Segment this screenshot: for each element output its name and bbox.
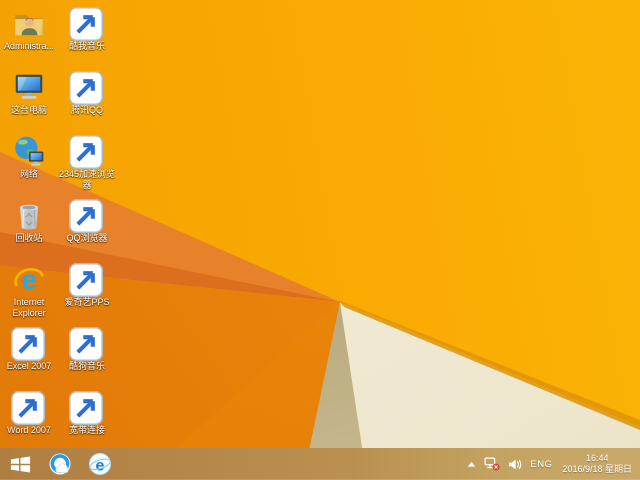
network-globe-icon [15, 136, 44, 166]
up-arrow-icon [468, 461, 476, 467]
shortcut-arrow-icon [11, 327, 45, 361]
shortcut-arrow-icon [69, 327, 103, 361]
icon-label: 这台电脑 [10, 105, 47, 115]
desktop-icon-network[interactable]: 网络 [2, 134, 56, 198]
recycle-bin-icon [19, 204, 39, 230]
shortcut-arrow-icon [69, 199, 103, 233]
shortcut-arrow-icon [69, 7, 103, 41]
desktop: Administra... 这台电脑 网络 回收站 e Internet Exp… [0, 0, 640, 480]
shortcut-arrow-icon [69, 263, 103, 297]
user-folder-icon [15, 15, 43, 36]
shortcut-arrow-icon [69, 391, 103, 425]
tray-date: 2016/9/18 星期日 [562, 464, 632, 474]
internet-explorer-icon: e [14, 264, 44, 295]
icon-label: 爱奇艺PPS [64, 297, 110, 307]
desktop-icon-qq-browser[interactable]: QQ浏览器 [56, 198, 118, 262]
desktop-icon-2345-browser[interactable]: e 2345加速浏览器 [56, 134, 118, 198]
speaker-icon [509, 459, 522, 469]
desktop-icon-administrator[interactable]: Administra... [2, 6, 56, 70]
desktop-icon-kugou-music[interactable]: K 酷狗音乐 [56, 326, 118, 390]
desktop-icon-broadband-connection[interactable]: 宽带连接 [56, 390, 118, 454]
taskbar-2345-browser-button[interactable]: e [80, 448, 120, 480]
taskbar-qq-browser-button[interactable] [40, 448, 80, 480]
icon-label: Administra... [3, 41, 54, 51]
icon-label: 酷狗音乐 [68, 361, 105, 371]
windows-logo-icon [10, 456, 30, 472]
icon-label: Excel 2007 [6, 361, 52, 371]
icon-label: 网络 [19, 169, 38, 179]
desktop-icon-word-2007[interactable]: W Word 2007 [2, 390, 56, 454]
icon-label: Word 2007 [7, 425, 51, 435]
system-tray: ENG 16:44 2016/9/18 星期日 [467, 453, 640, 475]
icon-label: 2345加速浏览器 [58, 169, 116, 190]
desktop-icon-this-pc[interactable]: 这台电脑 [2, 70, 56, 134]
icon-label: 腾讯QQ [70, 105, 103, 115]
language-indicator[interactable]: ENG [530, 459, 552, 470]
icon-label: 宽带连接 [68, 425, 105, 435]
desktop-icon-excel-2007[interactable]: X Excel 2007 [2, 326, 56, 390]
shortcut-arrow-icon [69, 135, 103, 169]
network-disconnected-icon [484, 457, 500, 471]
desktop-icon-iqiyi-pps[interactable]: iQIYI 爱奇艺PPS [56, 262, 118, 326]
computer-icon [15, 74, 43, 99]
start-button[interactable] [0, 448, 40, 480]
volume-button[interactable] [508, 458, 522, 471]
icon-label: 回收站 [15, 233, 43, 243]
show-hidden-icons-button[interactable] [467, 461, 476, 468]
icon-label: 酷我音乐 [68, 41, 105, 51]
desktop-icon-internet-explorer[interactable]: e Internet Explorer [2, 262, 56, 326]
tray-time: 16:44 [585, 453, 609, 463]
icon-label: QQ浏览器 [66, 233, 108, 243]
shortcut-arrow-icon [69, 71, 103, 105]
icon-label: Internet Explorer [12, 297, 46, 318]
taskbar: e ENG 16:44 2016/9/18 星期日 [0, 448, 640, 480]
desktop-icon-kuwo-music[interactable]: K 酷我音乐 [56, 6, 118, 70]
qq-browser-taskbar-icon [49, 453, 71, 475]
desktop-icon-grid: Administra... 这台电脑 网络 回收站 e Internet Exp… [2, 6, 118, 454]
2345-browser-taskbar-icon: e [89, 453, 111, 475]
desktop-icon-recycle-bin[interactable]: 回收站 [2, 198, 56, 262]
desktop-icon-tencent-qq[interactable]: 腾讯QQ [56, 70, 118, 134]
clock[interactable]: 16:44 2016/9/18 星期日 [560, 453, 634, 475]
shortcut-arrow-icon [11, 391, 45, 425]
network-status-button[interactable] [484, 457, 500, 471]
